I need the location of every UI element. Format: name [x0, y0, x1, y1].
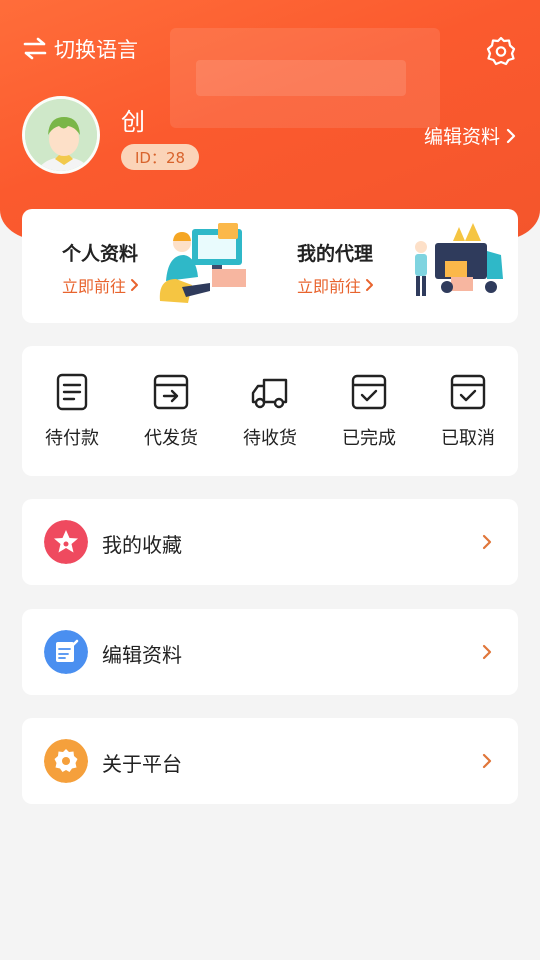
truck-icon — [251, 378, 288, 409]
document-icon — [56, 373, 88, 411]
order-pending-shipment[interactable]: 代发货 — [121, 372, 221, 450]
order-cancelled[interactable]: 已取消 — [418, 372, 518, 450]
promo-title: 个人资料 — [62, 243, 139, 265]
order-pending-receipt[interactable]: 待收货 — [220, 372, 320, 450]
promo-title: 我的代理 — [297, 243, 374, 265]
promo-my-agent[interactable]: 我的代理 立即前往 — [257, 209, 505, 323]
order-label: 待付款 — [45, 428, 99, 449]
chevron-right-icon — [482, 753, 492, 769]
chevron-right-icon — [366, 279, 374, 291]
menu-label: 我的收藏 — [102, 533, 182, 557]
edit-profile-link[interactable]: 编辑资料 — [424, 122, 516, 149]
menu-label: 关于平台 — [102, 752, 182, 776]
settings-gear-icon[interactable] — [486, 36, 516, 66]
avatar[interactable] — [22, 96, 100, 174]
order-status-card: 待付款 代发货 待收货 已完成 已取消 — [22, 346, 518, 476]
chevron-right-icon — [131, 279, 139, 291]
switch-language-label: 切换语言 — [54, 38, 138, 62]
edit-profile-label: 编辑资料 — [423, 126, 500, 148]
order-pending-payment[interactable]: 待付款 — [22, 372, 122, 450]
switch-language-button[interactable]: 切换语言 — [22, 34, 138, 64]
promo-personal-info[interactable]: 个人资料 立即前往 — [22, 209, 270, 323]
menu-my-favorites[interactable]: 我的收藏 — [22, 499, 518, 585]
box-arrow-icon — [153, 374, 189, 410]
menu-label: 编辑资料 — [102, 643, 182, 667]
promo-go-label: 立即前往 — [297, 277, 362, 296]
promo-go-link[interactable]: 立即前往 — [297, 273, 374, 297]
star-icon — [44, 520, 88, 564]
edit-icon — [44, 630, 88, 674]
gear-icon — [44, 739, 88, 783]
chevron-right-icon — [506, 128, 516, 143]
box-check-icon — [351, 374, 387, 410]
chevron-right-icon — [482, 644, 492, 660]
order-completed[interactable]: 已完成 — [319, 372, 419, 450]
order-label: 已取消 — [441, 428, 495, 449]
menu-edit-profile[interactable]: 编辑资料 — [22, 609, 518, 695]
promo-card: 个人资料 立即前往 我的代理 立即前往 — [22, 209, 518, 323]
swap-arrows-icon — [23, 37, 47, 60]
promo-go-label: 立即前往 — [62, 277, 127, 296]
delivery-truck-illustration — [415, 223, 503, 296]
box-check-icon — [450, 374, 486, 410]
promo-go-link[interactable]: 立即前往 — [62, 273, 139, 297]
order-label: 已完成 — [342, 428, 396, 449]
menu-about-platform[interactable]: 关于平台 — [22, 718, 518, 804]
chevron-right-icon — [482, 534, 492, 550]
order-label: 代发货 — [144, 428, 198, 449]
order-label: 待收货 — [243, 428, 297, 449]
person-at-computer-illustration — [159, 223, 246, 303]
header-background-decoration — [170, 28, 440, 128]
username: 创 — [121, 108, 145, 136]
user-id-badge: ID：28 — [121, 144, 200, 170]
